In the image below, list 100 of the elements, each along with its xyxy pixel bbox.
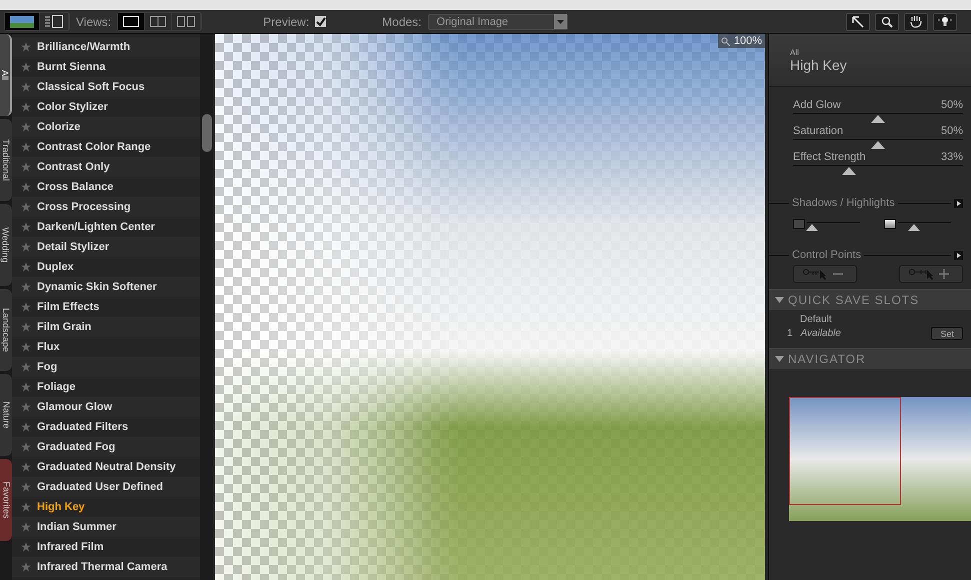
- tool-button[interactable]: [875, 12, 899, 30]
- filter-list-item[interactable]: Cross Processing: [12, 197, 200, 217]
- views-label: Views:: [76, 14, 112, 28]
- category-tab[interactable]: Wedding: [0, 204, 12, 286]
- filter-list-item[interactable]: Colorize: [12, 117, 200, 137]
- category-tab[interactable]: Favorites: [0, 459, 12, 541]
- star-icon: [21, 162, 31, 172]
- set-slot-button[interactable]: Set: [931, 327, 963, 340]
- single-view-icon: [123, 16, 140, 27]
- category-tab[interactable]: Nature: [0, 374, 12, 456]
- star-icon: [21, 422, 31, 432]
- star-icon: [21, 42, 31, 52]
- tool-button[interactable]: [904, 12, 928, 30]
- star-icon: [21, 482, 31, 492]
- star-icon: [21, 522, 31, 532]
- star-icon: [21, 122, 31, 132]
- view-mode-button[interactable]: [118, 13, 146, 30]
- star-icon: [21, 502, 31, 512]
- slider-label: Add Glow: [793, 99, 841, 111]
- category-tab[interactable]: All: [0, 34, 12, 116]
- star-icon: [21, 442, 31, 452]
- star-icon: [21, 142, 31, 152]
- split-view-icon: [150, 16, 166, 27]
- side-by-side-view-icon: [177, 16, 196, 27]
- star-icon: [21, 462, 31, 472]
- star-icon: [21, 262, 31, 272]
- slider-thumb[interactable]: [842, 167, 856, 175]
- filter-list-item[interactable]: Contrast Only: [12, 157, 200, 177]
- zoom-icon: [720, 36, 730, 46]
- star-icon: [21, 82, 31, 92]
- filter-list-item[interactable]: Fog: [12, 357, 200, 377]
- category-tab[interactable]: Traditional: [0, 119, 12, 201]
- slider-track[interactable]: [793, 139, 963, 149]
- add-control-point-button[interactable]: [899, 265, 963, 283]
- collapse-arrow-icon: [775, 356, 784, 362]
- list-view-toggle[interactable]: [40, 13, 69, 30]
- highlights-slider-track[interactable]: [898, 222, 951, 231]
- scrollbar-thumb[interactable]: [202, 114, 212, 152]
- filter-list-item[interactable]: Graduated Fog: [12, 437, 200, 457]
- default-slot-label: Default: [800, 314, 833, 325]
- slot-status: Available: [800, 328, 842, 339]
- star-icon: [21, 342, 31, 352]
- shadows-slider-track[interactable]: [807, 222, 860, 231]
- slider-thumb[interactable]: [871, 141, 885, 149]
- slider-thumb[interactable]: [908, 224, 920, 231]
- filter-list-item[interactable]: Classical Soft Focus: [12, 77, 200, 97]
- slider-value: 33%: [940, 151, 963, 163]
- section-title: Shadows / Highlights: [792, 197, 895, 209]
- star-icon: [21, 242, 31, 252]
- highlight-swatch-icon: [884, 218, 896, 228]
- slider-value: 50%: [940, 125, 963, 137]
- slider-track[interactable]: [793, 113, 963, 123]
- star-icon: [21, 542, 31, 552]
- filter-list-item[interactable]: Dynamic Skin Softener: [12, 277, 200, 297]
- filter-list-item[interactable]: Indian Summer: [12, 517, 200, 537]
- slider-thumb[interactable]: [806, 224, 818, 231]
- mode-dropdown[interactable]: Original Image: [428, 14, 568, 30]
- filter-list-item[interactable]: Film Grain: [12, 317, 200, 337]
- preview-checkbox[interactable]: [315, 16, 326, 27]
- pointer-arrow-icon: [852, 16, 864, 28]
- tool-button[interactable]: [933, 12, 957, 30]
- light-bulb-icon: [938, 15, 952, 28]
- slot-number: 1: [787, 328, 793, 339]
- section-title: Control Points: [792, 249, 862, 261]
- star-icon: [21, 402, 31, 412]
- modes-label: Modes:: [382, 14, 422, 28]
- filter-list-item[interactable]: Brilliance/Warmth: [12, 37, 200, 57]
- star-icon: [21, 182, 31, 192]
- preview-label: Preview:: [263, 14, 310, 28]
- collapse-arrow-icon: [775, 297, 784, 303]
- zoom-percent: 100%: [734, 35, 762, 47]
- filter-list-item[interactable]: Graduated User Defined: [12, 477, 200, 497]
- image-view-toggle[interactable]: [5, 13, 40, 30]
- category-name: All: [790, 48, 800, 56]
- star-icon: [21, 302, 31, 312]
- filter-title: High Key: [790, 56, 848, 72]
- hand-icon: [910, 15, 922, 28]
- filter-list-item[interactable]: Detail Stylizer: [12, 237, 200, 257]
- star-icon: [21, 102, 31, 112]
- slider-track[interactable]: [793, 165, 963, 175]
- zoom-icon: [881, 16, 893, 28]
- filter-list-item[interactable]: Infrared Thermal Camera: [12, 557, 200, 577]
- expand-arrow-icon[interactable]: [954, 198, 963, 208]
- star-icon: [21, 562, 31, 572]
- category-tab[interactable]: Landscape: [0, 289, 12, 371]
- tool-button[interactable]: [846, 12, 870, 30]
- star-icon: [21, 202, 31, 212]
- caret-icon: [554, 14, 567, 29]
- star-icon: [21, 382, 31, 392]
- star-icon: [21, 62, 31, 72]
- filter-list-item[interactable]: Glamour Glow: [12, 397, 200, 417]
- slider-value: 50%: [940, 99, 963, 111]
- shadow-swatch-icon: [793, 218, 805, 228]
- star-icon: [21, 322, 31, 332]
- slider-thumb[interactable]: [871, 115, 885, 123]
- expand-arrow-icon[interactable]: [954, 250, 963, 260]
- landscape-thumbnail-icon: [10, 16, 34, 28]
- star-icon: [21, 222, 31, 232]
- star-icon: [21, 362, 31, 372]
- star-icon: [21, 282, 31, 292]
